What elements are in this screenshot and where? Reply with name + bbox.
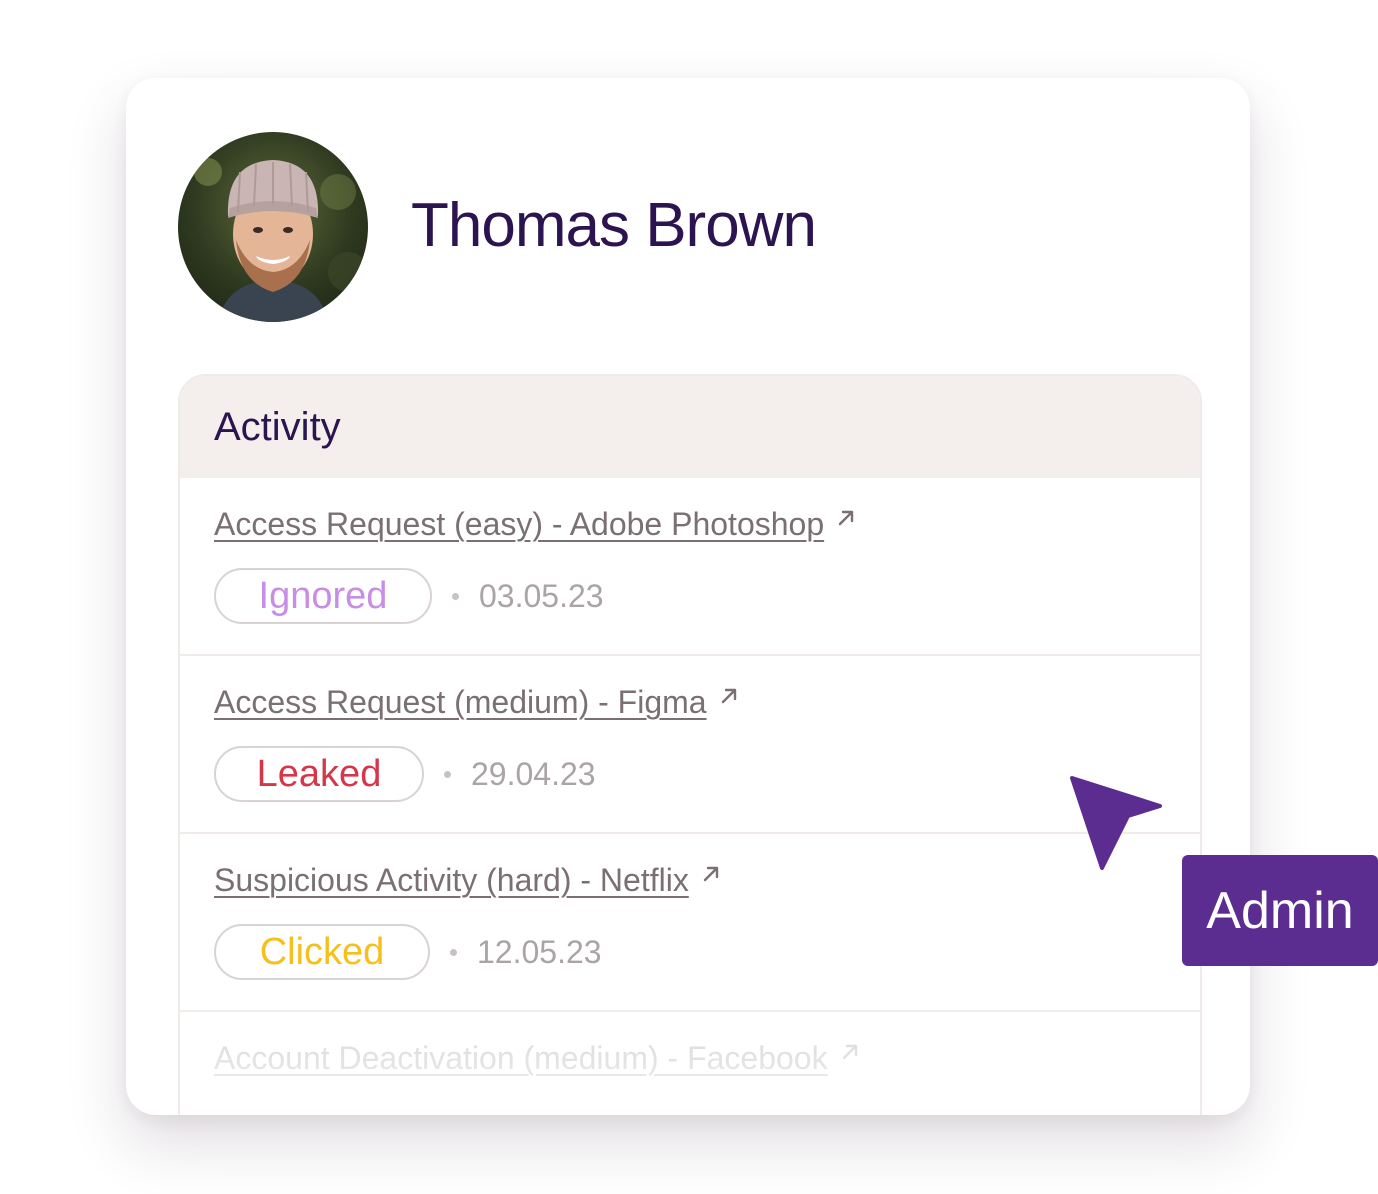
separator-dot bbox=[452, 592, 459, 600]
activity-item: Access Request (easy) - Adobe Photoshop … bbox=[180, 478, 1200, 656]
activity-meta: Clicked 12.05.23 bbox=[214, 924, 602, 980]
status-badge-clicked: Clicked bbox=[214, 924, 430, 980]
user-profile-card: Thomas Brown Activity Access Request (ea… bbox=[126, 78, 1250, 1115]
activity-meta: Leaked 29.04.23 bbox=[214, 746, 596, 802]
activity-link-text: Access Request (easy) - Adobe Photoshop bbox=[214, 506, 825, 542]
activity-date: 29.04.23 bbox=[471, 755, 596, 792]
cursor-pointer-icon bbox=[1070, 774, 1164, 875]
external-link-icon bbox=[840, 1033, 860, 1070]
separator-dot bbox=[450, 948, 457, 956]
activity-item: Access Request (medium) - Figma Leaked 2… bbox=[180, 656, 1200, 834]
activity-link-text: Suspicious Activity (hard) - Netflix bbox=[214, 862, 689, 898]
separator-dot bbox=[444, 770, 451, 778]
user-name: Thomas Brown bbox=[411, 191, 817, 260]
activity-header: Activity bbox=[180, 376, 1200, 478]
activity-item: Account Deactivation (medium) - Facebook bbox=[180, 1012, 1200, 1115]
admin-cursor-label: Admin bbox=[1182, 855, 1378, 966]
external-link-icon bbox=[701, 855, 721, 892]
external-link-icon bbox=[719, 677, 739, 714]
activity-date: 03.05.23 bbox=[479, 577, 604, 614]
activity-link-text: Access Request (medium) - Figma bbox=[214, 684, 707, 720]
external-link-icon bbox=[836, 499, 856, 536]
activity-link[interactable]: Access Request (medium) - Figma bbox=[214, 684, 739, 721]
activity-link-text: Account Deactivation (medium) - Facebook bbox=[214, 1040, 828, 1076]
activity-item: Suspicious Activity (hard) - Netflix Cli… bbox=[180, 834, 1200, 1012]
status-badge-ignored: Ignored bbox=[214, 568, 432, 624]
activity-panel: Activity Access Request (easy) - Adobe P… bbox=[178, 374, 1202, 1115]
activity-link[interactable]: Account Deactivation (medium) - Facebook bbox=[214, 1040, 860, 1077]
activity-link[interactable]: Access Request (easy) - Adobe Photoshop bbox=[214, 506, 856, 543]
activity-link[interactable]: Suspicious Activity (hard) - Netflix bbox=[214, 862, 721, 899]
activity-date: 12.05.23 bbox=[477, 933, 602, 970]
status-badge-leaked: Leaked bbox=[214, 746, 424, 802]
activity-title: Activity bbox=[214, 404, 341, 449]
avatar bbox=[178, 132, 368, 322]
activity-meta: Ignored 03.05.23 bbox=[214, 568, 604, 624]
avatar-photo bbox=[178, 132, 368, 322]
